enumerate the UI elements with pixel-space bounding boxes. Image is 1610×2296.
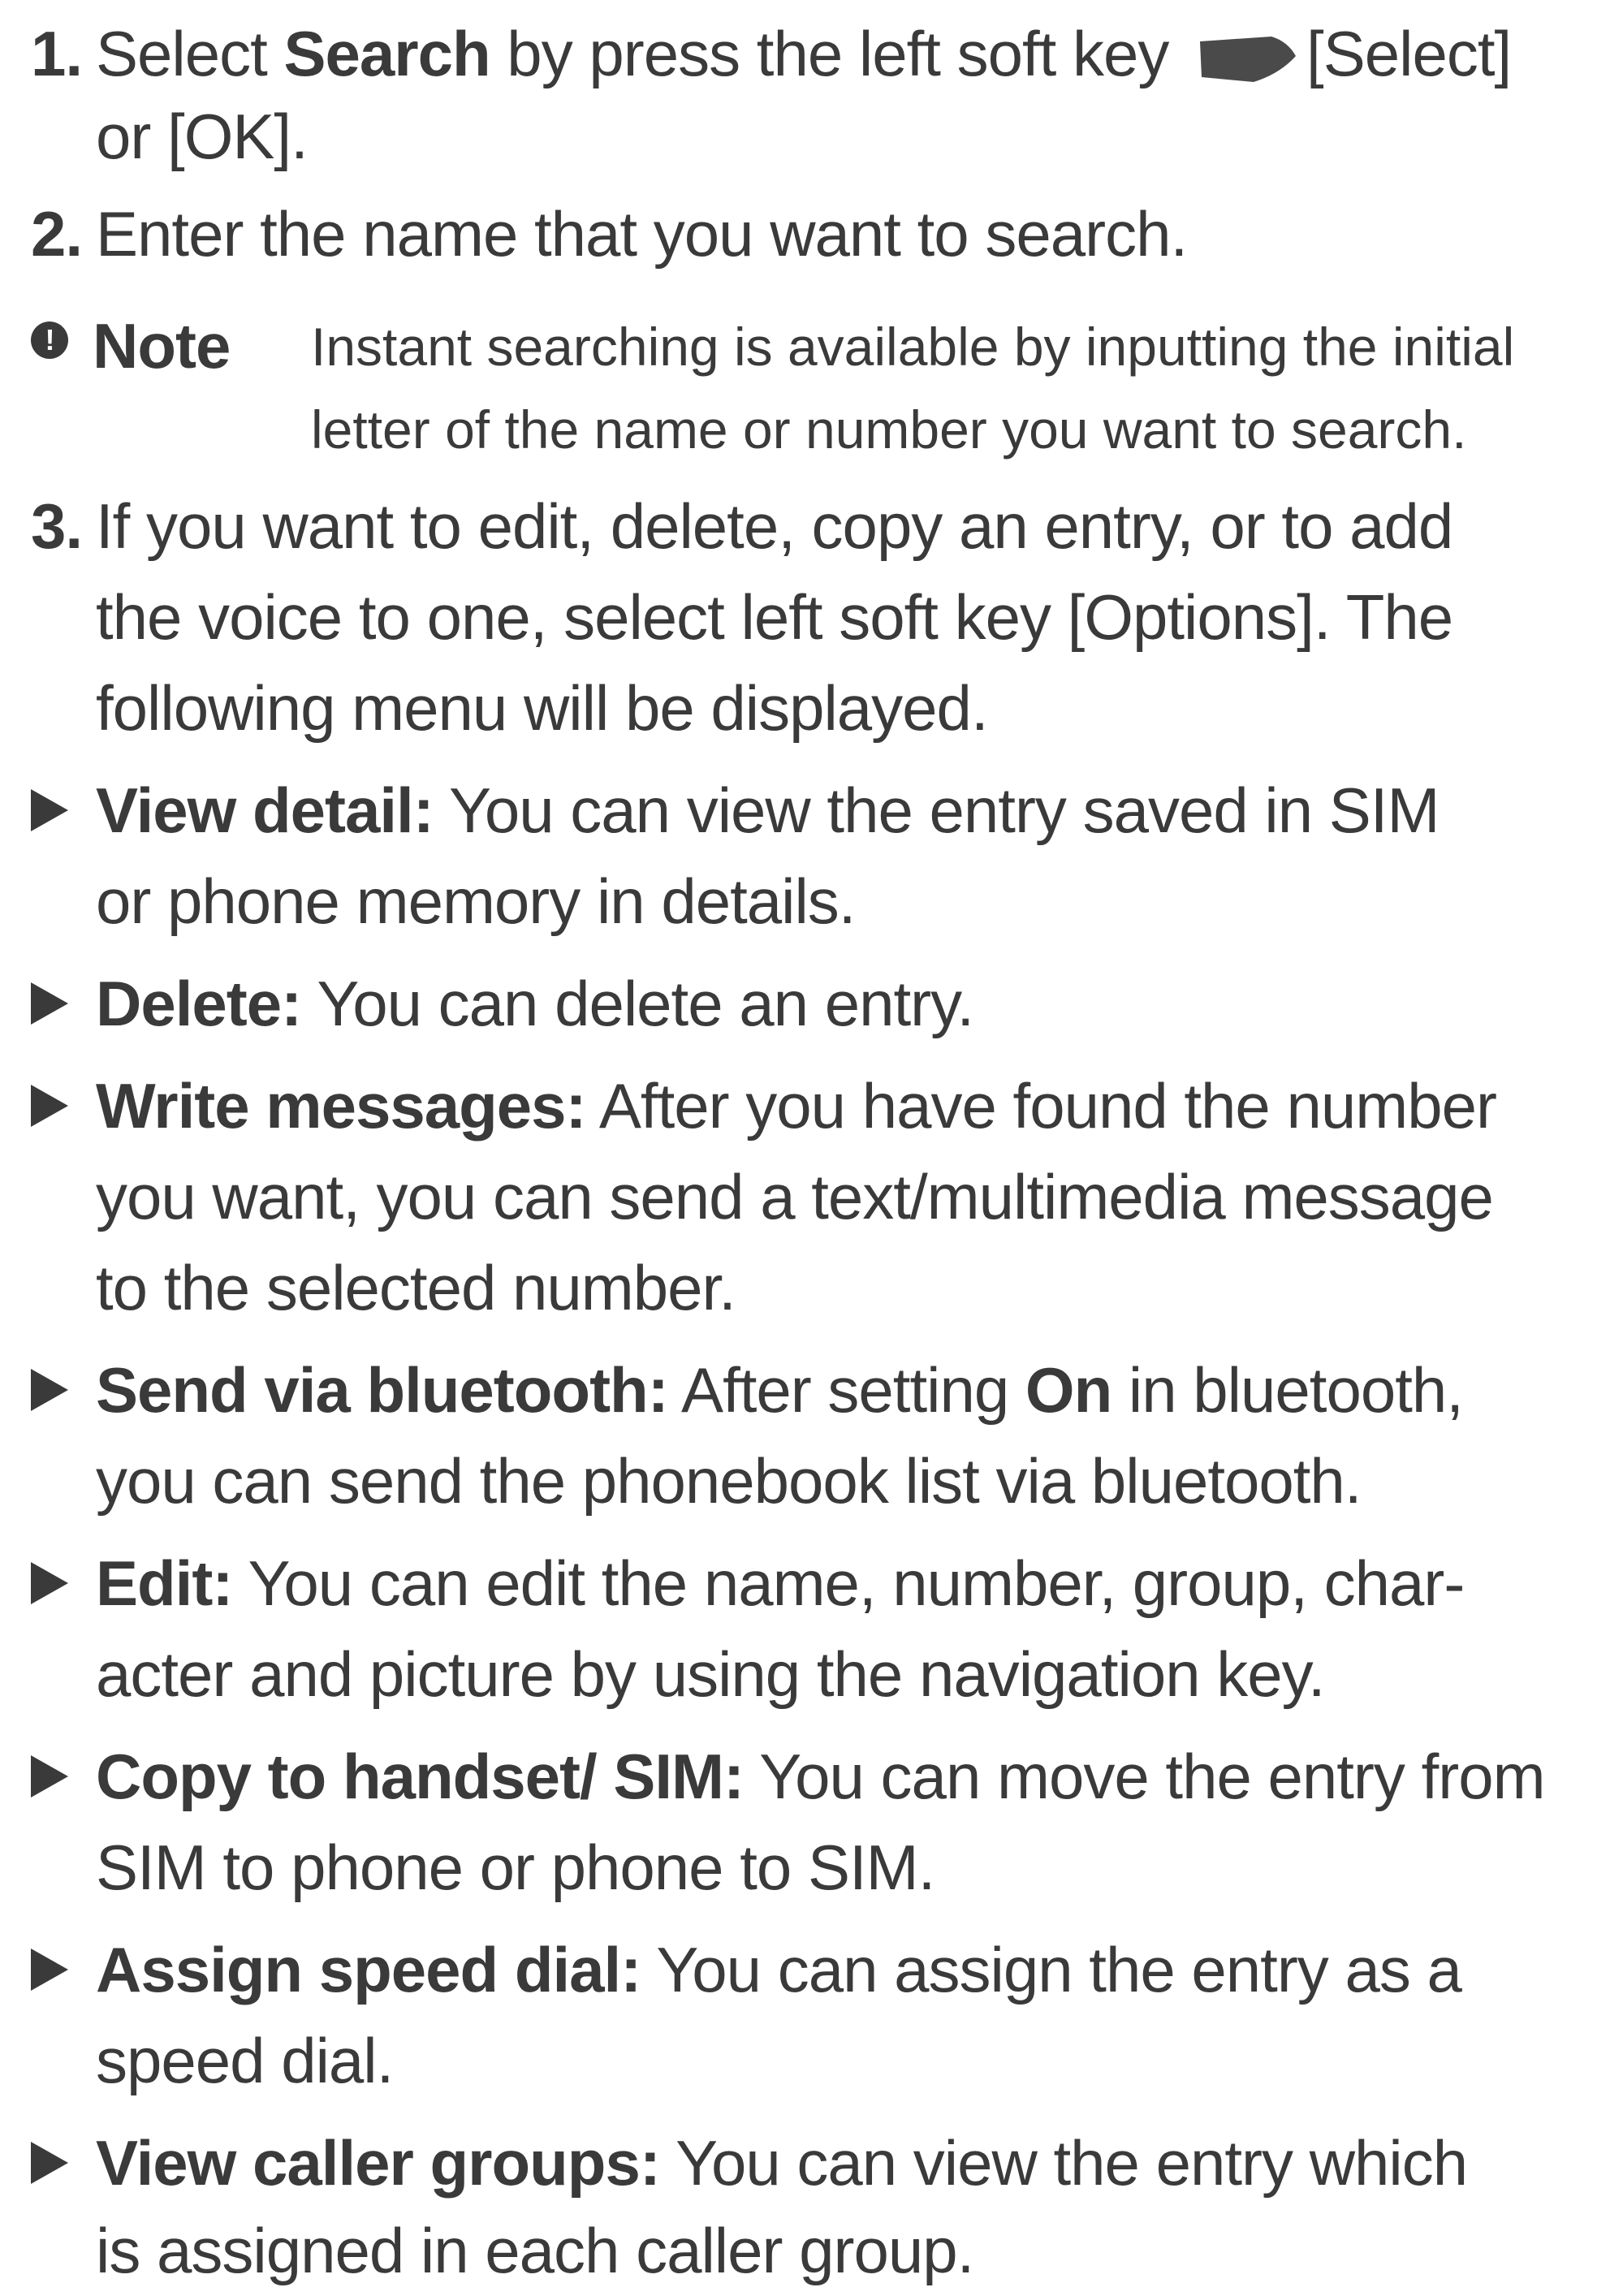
option-description: After you have found the number — [585, 1070, 1497, 1142]
option-text: Send via bluetooth: After setting On in … — [96, 1344, 1464, 1435]
option-term: Send via bluetooth: — [96, 1354, 669, 1426]
bullet-arrow-icon — [31, 2142, 68, 2184]
option-description: you can send the phonebook list via blue… — [96, 1445, 1362, 1517]
note-text-line-1: Instant searching is available by inputt… — [311, 317, 1515, 377]
option-description: in bluetooth, — [1111, 1354, 1464, 1426]
option-text: Edit: You can edit the name, number, gro… — [96, 1538, 1465, 1629]
step-text: Select Search by press the left soft key… — [96, 8, 1512, 99]
step-number: 2. — [31, 198, 83, 270]
option-description: you want, you can send a text/multimedia… — [96, 1161, 1494, 1232]
option-description: is assigned in each caller group. — [96, 2215, 974, 2286]
option-term: Edit: — [96, 1547, 233, 1619]
note-text-line-2: letter of the name or number you want to… — [311, 399, 1467, 460]
option-description: to the selected number. — [96, 1252, 736, 1323]
option-description: SIM to phone or phone to SIM. — [96, 1832, 935, 1903]
bullet-arrow-icon — [31, 1369, 68, 1411]
option-description: You can edit the name, number, group, ch… — [232, 1547, 1465, 1619]
option-term: Write messages: — [96, 1070, 587, 1142]
option-description: You can view the entry saved in SIM — [433, 775, 1440, 846]
bullet-arrow-icon — [31, 982, 68, 1025]
bullet-arrow-icon — [31, 789, 68, 831]
option-keyword: On — [1025, 1354, 1112, 1426]
step-text: Enter the name that you want to search. — [96, 198, 1188, 270]
option-description: You can assign the entry as a — [641, 1934, 1461, 2005]
step-number: 3. — [31, 490, 83, 562]
bullet-arrow-icon — [31, 1755, 68, 1798]
note-label: Note — [93, 310, 231, 382]
bullet-arrow-icon — [31, 1949, 68, 1991]
step-text-line-3: following menu will be displayed. — [96, 672, 989, 744]
option-term: Assign speed dial: — [96, 1934, 641, 2005]
option-description: speed dial. — [96, 2025, 394, 2096]
option-term: View detail: — [96, 775, 434, 846]
option-description: After setting — [667, 1354, 1025, 1426]
step-text-pre: Select — [96, 18, 284, 89]
option-description: acter and picture by using the navigatio… — [96, 1638, 1326, 1710]
option-term: Delete: — [96, 968, 302, 1039]
option-text: View caller groups: You can view the ent… — [96, 2117, 1468, 2208]
option-term: View caller groups: — [96, 2127, 661, 2199]
option-description: You can delete an entry. — [301, 968, 974, 1039]
left-soft-key-icon — [1200, 37, 1297, 83]
manual-page: 1. Select Search by press the left soft … — [0, 0, 1610, 2286]
note-icon: ! — [31, 322, 68, 359]
step-text: or [OK]. — [96, 101, 309, 172]
option-text: View detail: You can view the entry save… — [96, 765, 1440, 856]
step-text-line-2: the voice to one, select left soft key [… — [96, 581, 1453, 653]
option-text: Copy to handset/ SIM: You can move the e… — [96, 1731, 1546, 1822]
step-keyword: Search — [283, 18, 490, 89]
step-text-line-1: If you want to edit, delete, copy an ent… — [96, 490, 1453, 562]
option-description: You can move the entry from — [744, 1741, 1545, 1812]
step-number: 1. — [31, 18, 83, 89]
option-term: Copy to handset/ SIM: — [96, 1741, 745, 1812]
option-text: Write messages: After you have found the… — [96, 1060, 1497, 1151]
option-description: You can view the entry which — [659, 2127, 1468, 2199]
option-description: or phone memory in details. — [96, 865, 856, 937]
bullet-arrow-icon — [31, 1562, 68, 1604]
option-text: Assign speed dial: You can assign the en… — [96, 1924, 1462, 2015]
option-text: Delete: You can delete an entry. — [96, 958, 974, 1049]
select-label: [Select] — [1306, 18, 1512, 89]
bullet-arrow-icon — [31, 1085, 68, 1127]
step-text-post: by press the left soft key — [490, 18, 1186, 89]
